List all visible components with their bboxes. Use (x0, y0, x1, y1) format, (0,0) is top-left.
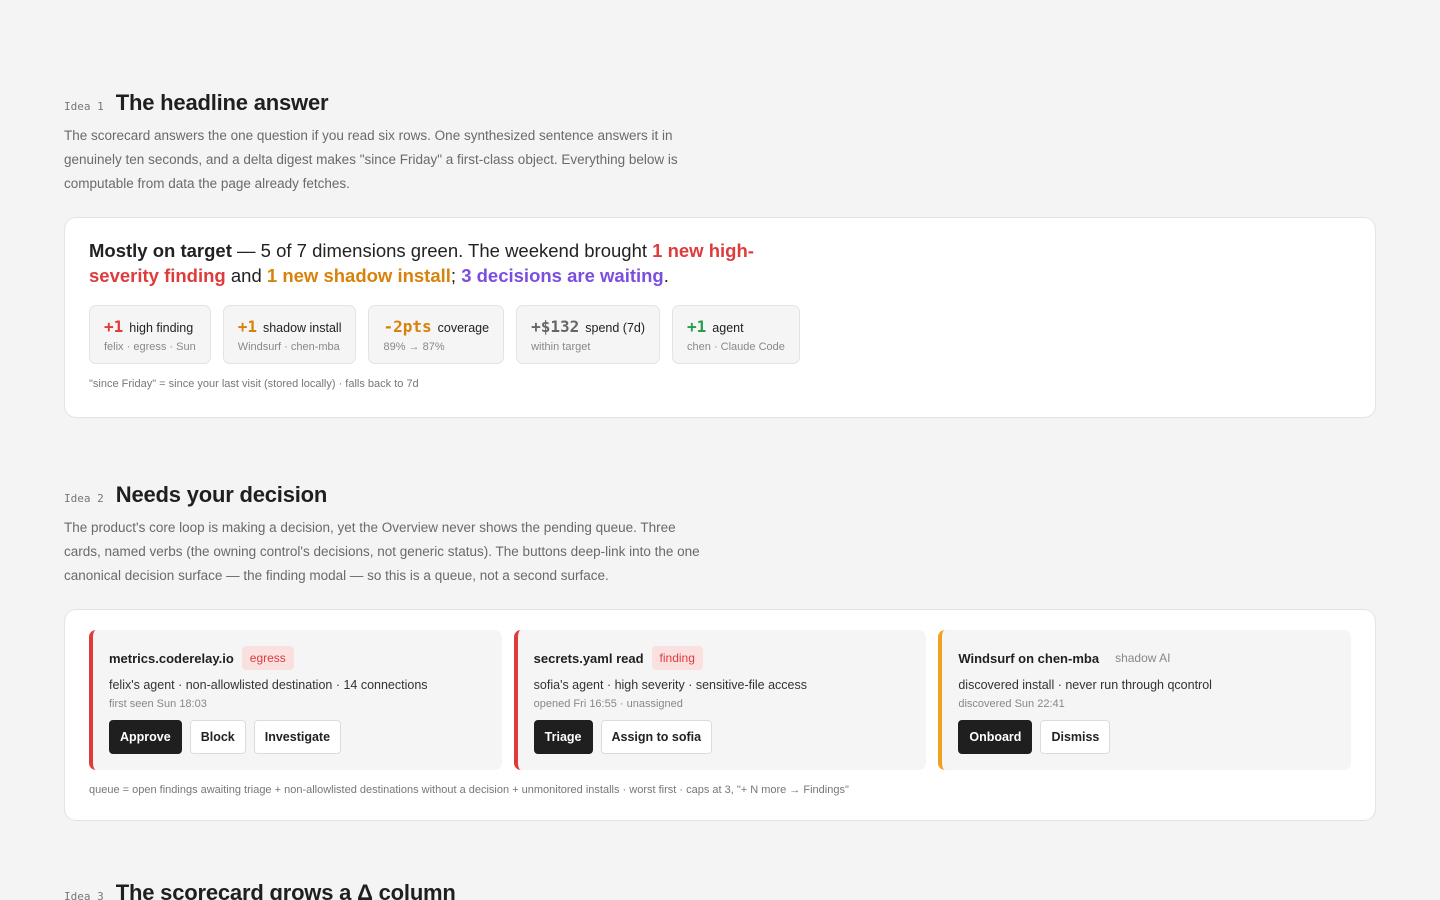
card-title: metrics.coderelay.io (109, 650, 234, 666)
idea-description: The product's core loop is making a deci… (64, 520, 700, 583)
card-meta: first seen Sun 18:03 (109, 698, 207, 710)
card-meta: opened Fri 16:55 · unassigned (533, 698, 683, 710)
card-meta: discovered Sun 22:41 (958, 698, 1065, 710)
metric-label: shadow install (262, 321, 342, 335)
idea-description: The scorecard answers the one question i… (64, 128, 678, 191)
idea-tag: Idea 3 (64, 890, 104, 900)
block-button[interactable]: Block (189, 720, 246, 754)
since-note: "since Friday" = since your last visit (… (89, 378, 419, 390)
headline-lead: Mostly on target (89, 240, 232, 261)
headline-decisions: 3 decisions are waiting (461, 265, 664, 286)
delta-digest: +1 high finding felix · egress · Sun +1 … (89, 305, 1351, 364)
metric-value: +1 (104, 317, 124, 336)
headline-panel: Mostly on target — 5 of 7 dimensions gre… (64, 217, 1376, 418)
card-title: secrets.yaml read (533, 650, 644, 666)
decision-card-finding: secrets.yaml read finding sofia's agent … (513, 630, 927, 770)
metric-shadow-install: +1 shadow install Windsurf · chen-mba (222, 305, 357, 364)
card-badge: finding (651, 646, 703, 670)
metric-label: high finding (129, 321, 194, 335)
headline-text: ; (450, 265, 462, 286)
decision-card-egress: metrics.coderelay.io egress felix's agen… (89, 630, 502, 770)
metric-sub: chen · Claude Code (687, 341, 785, 353)
headline-text: and (225, 265, 267, 286)
metric-label: coverage (437, 321, 490, 335)
metric-value: +1 (237, 317, 257, 336)
metric-sub: 89% → 87% (383, 341, 445, 353)
investigate-button[interactable]: Investigate (253, 720, 342, 754)
decision-card-shadow-ai: Windsurf on chen-mba shadow AI discovere… (938, 630, 1352, 770)
idea-2-section: Idea 2 Needs your decision The product's… (64, 482, 1376, 821)
headline-shadow-install: 1 new shadow install (266, 265, 451, 286)
card-detail: sofia's agent · high severity · sensitiv… (533, 678, 808, 692)
metric-high-finding: +1 high finding felix · egress · Sun (89, 305, 211, 364)
metric-sub: felix · egress · Sun (104, 341, 196, 353)
card-badge: egress (241, 646, 294, 670)
triage-button[interactable]: Triage (533, 720, 593, 754)
metric-value: +1 (687, 317, 707, 336)
assign-button[interactable]: Assign to sofia (600, 720, 713, 754)
card-detail: discovered install · never run through q… (958, 678, 1212, 692)
dismiss-button[interactable]: Dismiss (1040, 720, 1111, 754)
metric-agent: +1 agent chen · Claude Code (672, 305, 800, 364)
headline-text: — 5 of 7 dimensions green. The weekend b… (231, 240, 653, 261)
headline-text: . (663, 265, 669, 286)
metric-label: agent (712, 321, 744, 335)
idea-2-header: Idea 2 Needs your decision (64, 482, 1376, 508)
card-title: Windsurf on chen-mba (958, 650, 1100, 666)
metric-value: +$132 (531, 317, 580, 336)
idea-title: The scorecard grows a Δ column (115, 880, 456, 900)
headline-sentence: Mostly on target — 5 of 7 dimensions gre… (89, 238, 789, 288)
idea-1-section: Idea 1 The headline answer The scorecard… (64, 90, 1376, 418)
idea-3-section: Idea 3 The scorecard grows a Δ column (64, 880, 1376, 900)
idea-3-header: Idea 3 The scorecard grows a Δ column (64, 880, 1376, 900)
metric-sub: within target (531, 341, 591, 353)
metric-spend: +$132 spend (7d) within target (516, 305, 661, 364)
decision-cards: metrics.coderelay.io egress felix's agen… (89, 630, 1352, 770)
decision-queue-panel: metrics.coderelay.io egress felix's agen… (64, 609, 1376, 821)
metric-label: spend (7d) (585, 321, 646, 335)
queue-note: queue = open findings awaiting triage + … (89, 784, 849, 796)
approve-button[interactable]: Approve (109, 720, 182, 754)
idea-tag: Idea 1 (64, 100, 104, 113)
idea-title: The headline answer (115, 90, 329, 115)
idea-1-header: Idea 1 The headline answer (64, 90, 1376, 116)
card-detail: felix's agent · non-allowlisted destinat… (109, 678, 428, 692)
metric-coverage: -2pts coverage 89% → 87% (368, 305, 505, 364)
onboard-button[interactable]: Onboard (958, 720, 1033, 754)
idea-title: Needs your decision (115, 482, 328, 507)
page: Idea 1 The headline answer The scorecard… (0, 0, 1440, 900)
card-badge: shadow AI (1115, 651, 1171, 665)
idea-tag: Idea 2 (64, 492, 104, 505)
metric-value: -2pts (383, 317, 432, 336)
metric-sub: Windsurf · chen-mba (237, 341, 340, 353)
